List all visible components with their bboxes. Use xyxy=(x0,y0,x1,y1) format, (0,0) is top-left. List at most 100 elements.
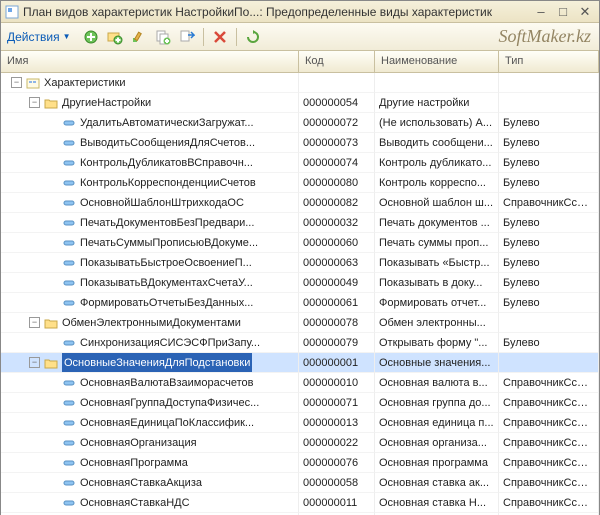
tree-row[interactable]: ОсновнаяЕдиницаПоКлассифик...000000013Ос… xyxy=(1,413,599,433)
name-cell[interactable]: −ДругиеНастройки xyxy=(1,93,299,113)
col-header-name[interactable]: Имя xyxy=(1,51,299,72)
tree-row[interactable]: ОсновнаяСтавкаНДС000000011Основная ставк… xyxy=(1,493,599,513)
desc-cell: (Не использовать) А... xyxy=(375,113,499,133)
name-cell[interactable]: ОсновнаяСтавкаАкциза xyxy=(1,473,299,493)
grid-body[interactable]: −Характеристики−ДругиеНастройки000000054… xyxy=(1,73,599,515)
edit-button[interactable] xyxy=(129,27,149,47)
col-header-type[interactable]: Тип xyxy=(499,51,599,72)
item-icon xyxy=(62,337,76,349)
folder-icon xyxy=(44,317,58,329)
type-cell: Булево xyxy=(499,133,599,153)
chevron-down-icon: ▼ xyxy=(63,32,71,41)
row-label: ОсновнаяВалютаВзаиморасчетов xyxy=(80,373,253,393)
tree-row[interactable]: ОсновнаяСтавкаАкциза000000058Основная ст… xyxy=(1,473,599,493)
tree-row[interactable]: КонтрольКорреспонденцииСчетов000000080Ко… xyxy=(1,173,599,193)
collapse-icon[interactable]: − xyxy=(11,77,22,88)
tree-row[interactable]: −ДругиеНастройки000000054Другие настройк… xyxy=(1,93,599,113)
name-cell[interactable]: ОсновнаяЕдиницаПоКлассифик... xyxy=(1,413,299,433)
col-header-code[interactable]: Код xyxy=(299,51,375,72)
row-label: ФормироватьОтчетыБезДанных... xyxy=(80,293,253,313)
toolbar-separator xyxy=(236,28,237,46)
item-icon xyxy=(62,177,76,189)
tree-row[interactable]: ПоказыватьБыстроеОсвоениеП...000000063По… xyxy=(1,253,599,273)
row-label: СинхронизацияСИСЭСФПриЗапу... xyxy=(80,333,260,353)
name-cell[interactable]: ВыводитьСообщенияДляСчетов... xyxy=(1,133,299,153)
type-cell: СправочникСсыл... xyxy=(499,413,599,433)
tree-row[interactable]: ОсновнойШаблонШтрихкодаОС000000082Основн… xyxy=(1,193,599,213)
tree-row[interactable]: ПоказыватьВДокументахСчетаУ...000000049П… xyxy=(1,273,599,293)
type-cell: СправочникСсыл... xyxy=(499,433,599,453)
name-cell[interactable]: КонтрольКорреспонденцииСчетов xyxy=(1,173,299,193)
tree-row[interactable]: ОсновнаяПрограмма000000076Основная прогр… xyxy=(1,453,599,473)
copy-button[interactable] xyxy=(153,27,173,47)
row-label: ВыводитьСообщенияДляСчетов... xyxy=(80,133,255,153)
name-cell[interactable]: −ОсновныеЗначенияДляПодстановки xyxy=(1,353,299,373)
close-button[interactable]: ✕ xyxy=(575,4,595,20)
desc-cell: Основная ставка ак... xyxy=(375,473,499,493)
actions-menu[interactable]: Действия ▼ xyxy=(7,30,71,44)
tree-row[interactable]: −ОсновныеЗначенияДляПодстановки000000001… xyxy=(1,353,599,373)
tree-row[interactable]: УдалитьАвтоматическиЗагружат...000000072… xyxy=(1,113,599,133)
desc-cell: Контроль дубликато... xyxy=(375,153,499,173)
row-label: ОсновнойШаблонШтрихкодаОС xyxy=(80,193,244,213)
name-cell[interactable]: ОсновнаяСтавкаНДС xyxy=(1,493,299,513)
desc-cell: Печать суммы проп... xyxy=(375,233,499,253)
name-cell[interactable]: ПоказыватьВДокументахСчетаУ... xyxy=(1,273,299,293)
desc-cell: Показывать «Быстр... xyxy=(375,253,499,273)
item-icon xyxy=(62,217,76,229)
desc-cell: Открывать форму "... xyxy=(375,333,499,353)
name-cell[interactable]: ОсновнаяПрограмма xyxy=(1,453,299,473)
tree-row[interactable]: ФормироватьОтчетыБезДанных...000000061Фо… xyxy=(1,293,599,313)
add-folder-button[interactable] xyxy=(105,27,125,47)
desc-cell: Печать документов ... xyxy=(375,213,499,233)
type-cell xyxy=(499,313,599,333)
name-cell[interactable]: ПоказыватьБыстроеОсвоениеП... xyxy=(1,253,299,273)
name-cell[interactable]: ОсновнаяВалютаВзаиморасчетов xyxy=(1,373,299,393)
maximize-button[interactable]: □ xyxy=(553,4,573,20)
collapse-icon[interactable]: − xyxy=(29,317,40,328)
name-cell[interactable]: КонтрольДубликатовВСправочн... xyxy=(1,153,299,173)
refresh-button[interactable] xyxy=(243,27,263,47)
tree-row[interactable]: ВыводитьСообщенияДляСчетов...000000073Вы… xyxy=(1,133,599,153)
name-cell[interactable]: ОсновнойШаблонШтрихкодаОС xyxy=(1,193,299,213)
item-icon xyxy=(62,497,76,509)
add-button[interactable] xyxy=(81,27,101,47)
name-cell[interactable]: ОсновнаяОрганизация xyxy=(1,433,299,453)
tree-row[interactable]: ПечатьСуммыПрописьюВДокуме...000000060Пе… xyxy=(1,233,599,253)
name-cell[interactable]: СинхронизацияСИСЭСФПриЗапу... xyxy=(1,333,299,353)
tree-row[interactable]: − Характеристики xyxy=(1,73,599,93)
tree-row[interactable]: ОсновнаяГруппаДоступаФизичес...000000071… xyxy=(1,393,599,413)
name-cell[interactable]: ФормироватьОтчетыБезДанных... xyxy=(1,293,299,313)
code-cell: 000000072 xyxy=(299,113,375,133)
collapse-icon[interactable]: − xyxy=(29,357,40,368)
name-cell[interactable]: УдалитьАвтоматическиЗагружат... xyxy=(1,113,299,133)
item-icon xyxy=(62,377,76,389)
window-title: План видов характеристик НастройкиПо...:… xyxy=(23,5,529,19)
tree-row[interactable]: −ОбменЭлектроннымиДокументами000000078Об… xyxy=(1,313,599,333)
tree-row[interactable]: КонтрольДубликатовВСправочн...000000074К… xyxy=(1,153,599,173)
name-cell[interactable]: ОсновнаяГруппаДоступаФизичес... xyxy=(1,393,299,413)
folder-icon xyxy=(44,357,58,369)
type-cell: СправочникСсыл... xyxy=(499,453,599,473)
col-header-desc[interactable]: Наименование xyxy=(375,51,499,72)
name-cell[interactable]: ПечатьСуммыПрописьюВДокуме... xyxy=(1,233,299,253)
collapse-icon[interactable]: − xyxy=(29,97,40,108)
code-cell: 000000074 xyxy=(299,153,375,173)
name-cell[interactable]: −ОбменЭлектроннымиДокументами xyxy=(1,313,299,333)
minimize-button[interactable]: – xyxy=(531,4,551,20)
type-cell: СправочникСсыл... xyxy=(499,473,599,493)
row-label: ОсновнаяСтавкаНДС xyxy=(80,493,190,513)
code-cell: 000000022 xyxy=(299,433,375,453)
name-cell[interactable]: − Характеристики xyxy=(1,73,299,93)
tree-row[interactable]: СинхронизацияСИСЭСФПриЗапу...000000079От… xyxy=(1,333,599,353)
row-label: Характеристики xyxy=(44,73,126,93)
move-button[interactable] xyxy=(177,27,197,47)
delete-button[interactable] xyxy=(210,27,230,47)
desc-cell: Основная группа до... xyxy=(375,393,499,413)
code-cell: 000000060 xyxy=(299,233,375,253)
tree-row[interactable]: ОсновнаяОрганизация000000022Основная орг… xyxy=(1,433,599,453)
name-cell[interactable]: ПечатьДокументовБезПредвари... xyxy=(1,213,299,233)
tree-row[interactable]: ПечатьДокументовБезПредвари...000000032П… xyxy=(1,213,599,233)
code-cell: 000000058 xyxy=(299,473,375,493)
tree-row[interactable]: ОсновнаяВалютаВзаиморасчетов000000010Осн… xyxy=(1,373,599,393)
